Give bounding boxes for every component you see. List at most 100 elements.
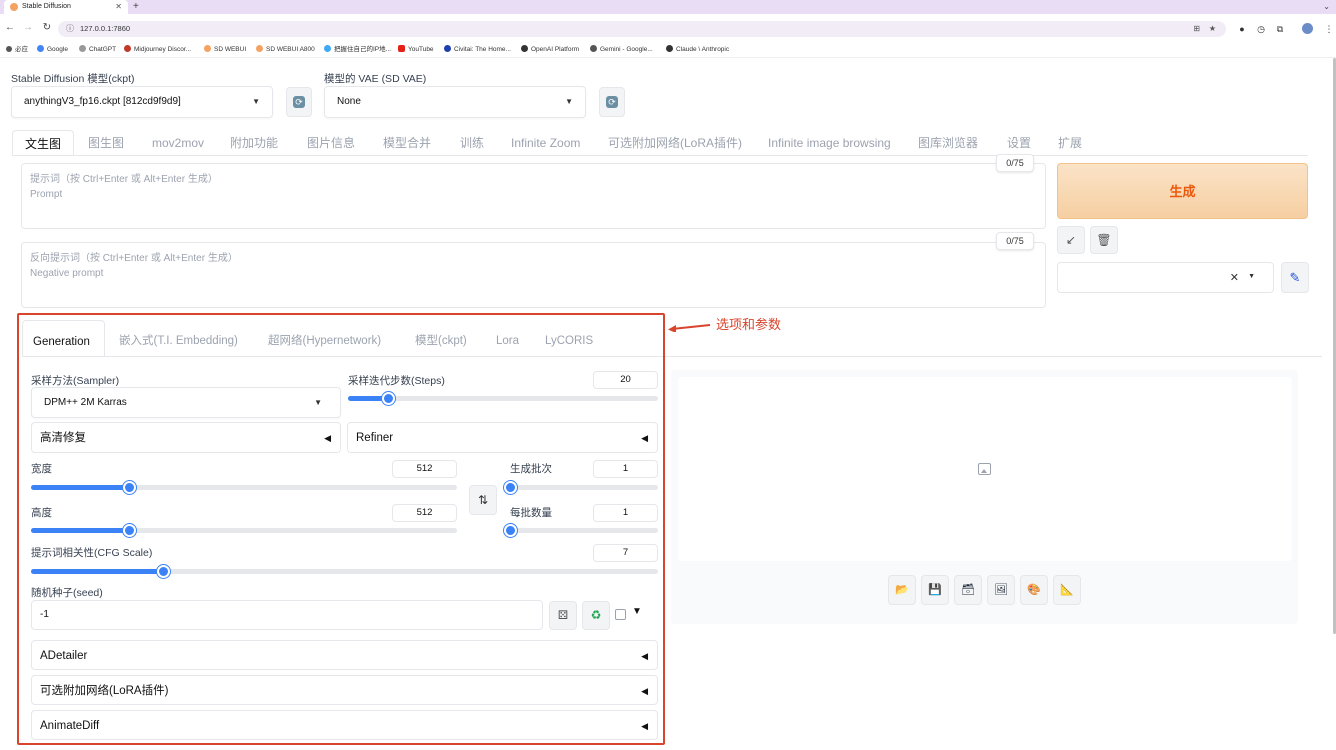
back-icon[interactable]: ← — [3, 20, 17, 36]
swap-dimensions-button[interactable]: ⇅ — [469, 485, 497, 515]
send-to-extras-button[interactable]: 📐 — [1053, 575, 1081, 605]
tab-menu-icon[interactable]: ⌄ — [1323, 0, 1330, 14]
batch-count-slider[interactable] — [504, 481, 658, 494]
reload-icon[interactable]: ↻ — [40, 20, 54, 36]
browser-menu-icon[interactable]: ⋮ — [1322, 22, 1336, 36]
bookmark-item[interactable]: Gemini - Google... — [590, 45, 653, 55]
tab-ti-embedding[interactable]: 嵌入式(T.I. Embedding) — [119, 320, 238, 356]
pencil-icon: ✎ — [1289, 270, 1301, 285]
prompt-placeholder-2: Prompt — [30, 189, 63, 200]
tab-checkpoint-merger[interactable]: 模型合并 — [383, 130, 431, 156]
vae-dropdown[interactable]: None ▼ — [324, 86, 586, 118]
edit-styles-button[interactable]: ✎ — [1281, 262, 1309, 293]
steps-input[interactable]: 20 — [593, 371, 658, 389]
steps-slider[interactable] — [348, 392, 658, 405]
cfg-input[interactable]: 7 — [593, 544, 658, 562]
clear-prompt-button[interactable]: 🗑 — [1090, 226, 1118, 254]
browser-tab[interactable]: Stable Diffusion ✕ — [4, 0, 128, 14]
refiner-accordion[interactable]: Refiner ◀ — [347, 422, 658, 453]
tab-additional-networks[interactable]: 可选附加网络(LoRA插件) — [608, 130, 742, 156]
send-to-inpaint-button[interactable]: 🎨 — [1020, 575, 1048, 605]
animatediff-accordion[interactable]: AnimateDiff ◀ — [31, 710, 658, 740]
puzzle-extensions-icon[interactable]: ⧉ — [1273, 22, 1287, 36]
generate-button[interactable]: 生成 — [1057, 163, 1308, 219]
open-folder-button[interactable]: 📂 — [888, 575, 916, 605]
tab-infinite-zoom[interactable]: Infinite Zoom — [511, 130, 580, 156]
site-info-icon[interactable]: ⓘ — [66, 21, 74, 37]
tab-lycoris[interactable]: LyCORIS — [545, 320, 593, 356]
tab-generation[interactable]: Generation — [22, 320, 105, 356]
width-input[interactable]: 512 — [392, 460, 457, 478]
batch-size-slider[interactable] — [504, 524, 658, 537]
address-bar[interactable]: ⓘ 127.0.0.1:7860 ⊞ ★ — [58, 21, 1226, 37]
additional-networks-accordion[interactable]: 可选附加网络(LoRA插件) ◀ — [31, 675, 658, 705]
prompt-token-counter: 0/75 — [996, 154, 1034, 172]
tab-img2img[interactable]: 图生图 — [88, 130, 124, 156]
seed-input[interactable]: -1 — [31, 600, 543, 630]
tab-gallery-browser[interactable]: 图库浏览器 — [918, 130, 978, 156]
profile-avatar[interactable] — [1302, 23, 1313, 34]
tab-train[interactable]: 训练 — [460, 130, 484, 156]
sampler-value: DPM++ 2M Karras — [44, 397, 127, 408]
zip-button[interactable]: 🗃 — [954, 575, 982, 605]
batch-size-input[interactable]: 1 — [593, 504, 658, 522]
width-label: 宽度 — [31, 463, 52, 475]
zip-icon: 🗃 — [961, 584, 975, 596]
tab-mov2mov[interactable]: mov2mov — [152, 130, 204, 156]
bookmark-item[interactable]: Midjourney Discor... — [124, 45, 191, 55]
reuse-seed-button[interactable]: ♻ — [582, 601, 610, 630]
height-input[interactable]: 512 — [392, 504, 457, 522]
close-tab-icon[interactable]: ✕ — [115, 0, 122, 14]
animatediff-label: AnimateDiff — [40, 720, 100, 732]
bookmark-item[interactable]: Civitai: The Home... — [444, 45, 511, 55]
cfg-slider[interactable] — [31, 565, 658, 578]
new-tab-icon[interactable]: + — [133, 0, 139, 13]
bookmark-star-icon[interactable]: ★ — [1209, 21, 1216, 37]
bookmark-item[interactable]: Claude \ Anthropic — [666, 45, 729, 55]
bookmark-item[interactable]: 必应 — [6, 45, 28, 55]
translate-icon[interactable]: ⊞ — [1193, 21, 1200, 37]
refiner-label: Refiner — [356, 432, 394, 444]
extra-seed-checkbox[interactable] — [615, 609, 626, 620]
batch-count-input[interactable]: 1 — [593, 460, 658, 478]
styles-dropdown[interactable]: ✕ ▼ — [1057, 262, 1274, 293]
hires-fix-accordion[interactable]: 高清修复 ◀ — [31, 422, 341, 453]
tab-extensions[interactable]: 扩展 — [1058, 130, 1082, 156]
bookmark-item[interactable]: OpenAI Platform — [521, 45, 579, 55]
refresh-vae-button[interactable]: ⟳ — [599, 87, 625, 117]
save-button[interactable]: 💾 — [921, 575, 949, 605]
tab-extras[interactable]: 附加功能 — [230, 130, 278, 156]
refresh-ckpt-button[interactable]: ⟳ — [286, 87, 312, 117]
extra-seed-toggle-icon[interactable]: ▼ — [632, 606, 642, 617]
tab-checkpoints[interactable]: 模型(ckpt) — [415, 320, 467, 356]
height-slider[interactable] — [31, 524, 457, 537]
random-seed-button[interactable]: ⚄ — [549, 601, 577, 630]
tab-hypernetwork[interactable]: 超网络(Hypernetwork) — [268, 320, 381, 356]
ckpt-dropdown[interactable]: anythingV3_fp16.ckpt [812cd9f9d9] ▼ — [11, 86, 273, 118]
history-icon[interactable]: ◷ — [1254, 22, 1268, 36]
extension-icon[interactable]: ● — [1235, 22, 1249, 36]
tab-infinite-image-browsing[interactable]: Infinite image browsing — [768, 130, 891, 156]
tab-settings[interactable]: 设置 — [1007, 130, 1031, 156]
collapse-triangle-icon: ◀ — [641, 721, 648, 731]
send-to-img2img-button[interactable]: 🖼 — [987, 575, 1015, 605]
width-slider[interactable] — [31, 481, 457, 494]
bookmark-item[interactable]: 把握住自己的IP地... — [324, 45, 391, 55]
bookmark-item[interactable]: ChatGPT — [79, 45, 116, 55]
tab-png-info[interactable]: 图片信息 — [307, 130, 355, 156]
read-params-button[interactable]: ↙ — [1057, 226, 1085, 254]
bookmark-item[interactable]: SD WEBUI A800 — [256, 45, 315, 55]
clear-icon[interactable]: ✕ — [1230, 271, 1239, 284]
prompt-textarea[interactable]: 提示词（按 Ctrl+Enter 或 Alt+Enter 生成） Prompt — [21, 163, 1046, 229]
negative-prompt-textarea[interactable]: 反向提示词（按 Ctrl+Enter 或 Alt+Enter 生成） Negat… — [21, 242, 1046, 308]
hires-fix-label: 高清修复 — [40, 432, 86, 444]
tab-lora[interactable]: Lora — [496, 320, 519, 356]
bookmark-item[interactable]: YouTube — [398, 45, 434, 55]
tab-txt2img[interactable]: 文生图 — [12, 130, 75, 156]
adetailer-accordion[interactable]: ADetailer ◀ — [31, 640, 658, 670]
sampler-dropdown[interactable]: DPM++ 2M Karras ▼ — [31, 387, 341, 418]
forward-icon[interactable]: → — [21, 20, 35, 36]
bookmark-item[interactable]: SD WEBUI — [204, 45, 246, 55]
swap-arrows-icon: ⇅ — [477, 493, 489, 507]
bookmark-item[interactable]: Google — [37, 45, 68, 55]
